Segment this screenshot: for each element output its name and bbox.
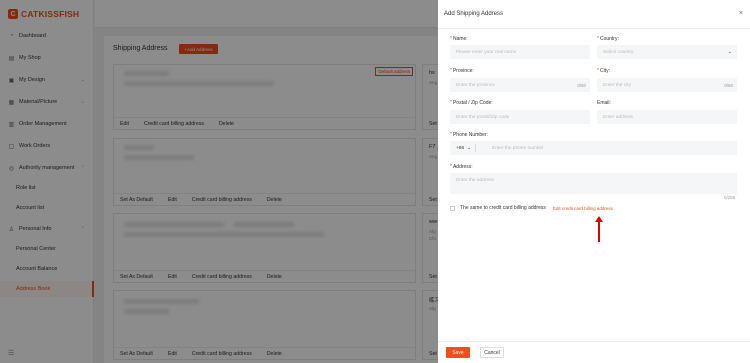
country-code-select[interactable]: +86 ⌄	[456, 144, 477, 152]
edit-billing-address-link[interactable]: Edit credit card billing address	[553, 206, 613, 211]
postal-code-field[interactable]: Enter the postal/Zip code	[450, 110, 590, 124]
same-billing-row: The same to credit card billing address …	[450, 205, 613, 211]
address-char-count: 0/255	[724, 195, 736, 200]
cancel-button[interactable]: Cancel	[480, 347, 504, 358]
province-label: *Province:	[450, 68, 474, 74]
divider	[438, 341, 750, 342]
country-label: *Country:	[597, 36, 619, 42]
city-label: *City:	[597, 68, 610, 74]
name-label: *Name:	[450, 36, 468, 42]
add-address-drawer: Add Shipping Address × *Name: Please ent…	[438, 0, 750, 363]
annotation-arrow-icon	[595, 216, 603, 242]
province-field[interactable]: Enter the province 0/50	[450, 78, 590, 92]
address-label: *Address:	[450, 164, 473, 170]
name-placeholder: Please enter your real name	[456, 49, 517, 55]
drawer-title: Add Shipping Address	[444, 11, 504, 17]
divider	[438, 28, 750, 29]
province-placeholder: Enter the province	[456, 82, 495, 88]
province-char-count: 0/50	[577, 82, 586, 88]
country-placeholder: Select country	[603, 49, 634, 55]
address-placeholder: Enter the address	[456, 178, 494, 183]
chevron-down-icon: ⌄	[727, 49, 732, 55]
email-field[interactable]: Enter address	[597, 110, 737, 124]
address-textarea[interactable]: Enter the address	[450, 173, 737, 194]
phone-placeholder: Enter the phone number	[492, 145, 544, 151]
city-field[interactable]: Enter the city 0/50	[597, 78, 737, 92]
close-icon[interactable]: ×	[739, 10, 743, 17]
chevron-down-icon: ⌄	[467, 145, 472, 151]
same-billing-label: The same to credit card billing address	[460, 205, 546, 211]
phone-label: *Phone Number:	[450, 132, 488, 138]
postal-placeholder: Enter the postal/Zip code	[456, 114, 510, 120]
arrow-shaft	[598, 221, 600, 242]
postal-label: *Postal / Zip Code:	[450, 100, 493, 106]
country-select[interactable]: Select country ⌄	[597, 45, 737, 59]
name-field[interactable]: Please enter your real name	[450, 45, 590, 59]
email-label: Email:	[597, 100, 611, 106]
modal-overlay[interactable]	[0, 0, 438, 363]
city-placeholder: Enter the city	[603, 82, 631, 88]
save-button[interactable]: Save	[446, 347, 470, 358]
phone-field[interactable]: +86 ⌄ Enter the phone number	[450, 141, 737, 155]
same-billing-checkbox[interactable]	[450, 205, 455, 211]
email-placeholder: Enter address	[603, 114, 633, 120]
city-char-count: 0/50	[724, 82, 733, 88]
